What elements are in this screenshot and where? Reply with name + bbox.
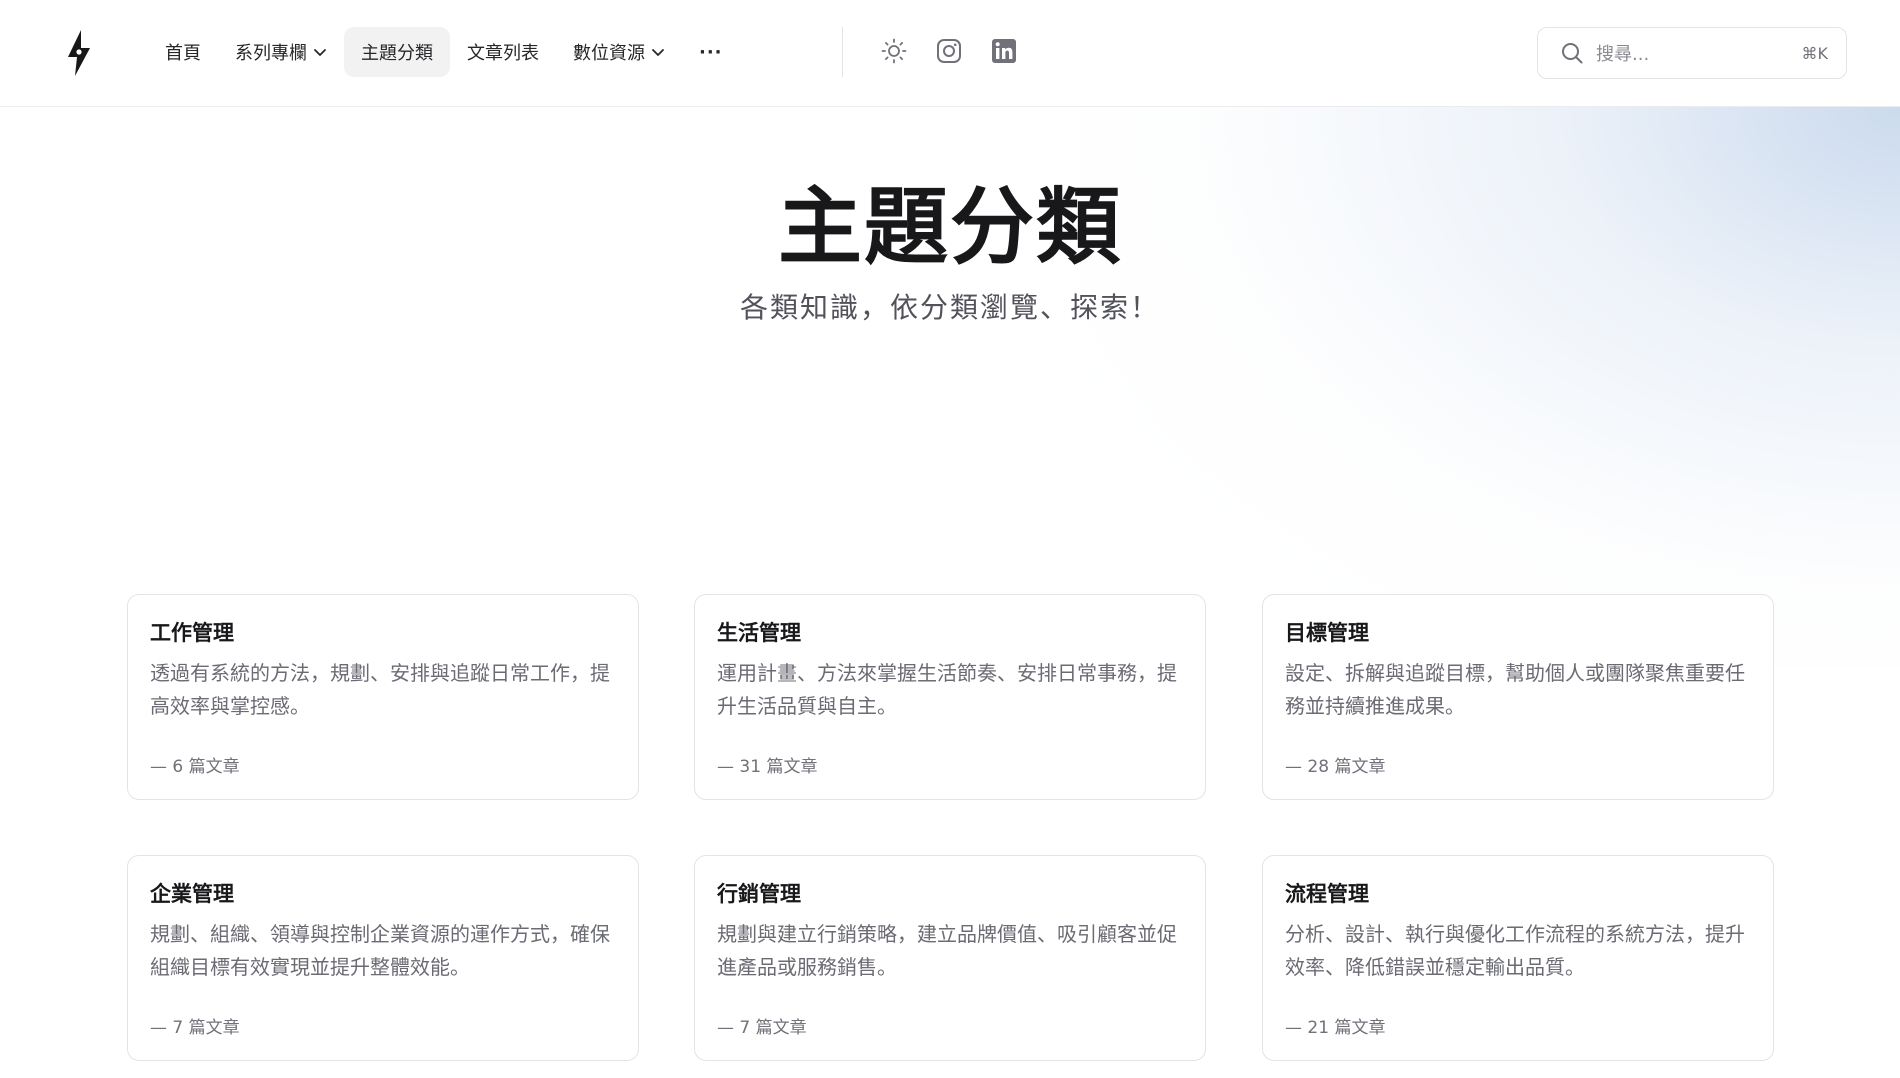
category-title: 流程管理	[1285, 882, 1369, 906]
category-title: 行銷管理	[717, 882, 801, 906]
nav-articles-label: 文章列表	[467, 43, 539, 64]
search-placeholder: 搜尋...	[1596, 44, 1650, 65]
category-title: 生活管理	[717, 621, 801, 645]
category-title: 工作管理	[150, 621, 234, 645]
chevron-down-icon	[314, 49, 326, 56]
nav-resources-label: 數位資源	[573, 43, 645, 64]
nav-articles[interactable]: 文章列表	[450, 27, 556, 77]
category-description: 規劃、組織、領導與控制企業資源的運作方式，確保組織目標有效實現並提升整體效能。	[150, 922, 610, 979]
nav-series-label: 系列專欄	[235, 43, 307, 64]
linkedin-link[interactable]	[989, 36, 1019, 66]
category-article-count: — 6 篇文章	[150, 757, 240, 777]
category-card-process[interactable]: 流程管理 分析、設計、執行與優化工作流程的系統方法，提升效率、降低錯誤並穩定輸出…	[1262, 855, 1774, 1061]
page-title: 主題分類	[777, 178, 1122, 276]
search-box[interactable]: 搜尋... ⌘K	[1537, 27, 1847, 79]
top-navbar: 首頁 系列專欄 主題分類 文章列表 數位資源 ··· 搜尋... ⌘K	[0, 0, 1900, 107]
nav-series[interactable]: 系列專欄	[218, 27, 344, 77]
page-subtitle: 各類知識，依分類瀏覽、探索！	[739, 291, 1160, 324]
category-card-goals[interactable]: 目標管理 設定、拆解與追蹤目標，幫助個人或團隊聚焦重要任務並持續推進成果。 — …	[1262, 594, 1774, 800]
main-nav: 首頁 系列專欄 主題分類 文章列表 數位資源 ···	[148, 27, 740, 77]
search-shortcut-hint: ⌘K	[1801, 43, 1829, 63]
nav-categories-label: 主題分類	[361, 43, 433, 64]
more-dots-icon: ···	[699, 41, 723, 63]
category-card-life[interactable]: 生活管理 運用計畫、方法來掌握生活節奏、安排日常事務，提升生活品質與自主。 — …	[694, 594, 1206, 800]
nav-home[interactable]: 首頁	[148, 27, 218, 77]
nav-home-label: 首頁	[165, 43, 201, 64]
category-card-marketing[interactable]: 行銷管理 規劃與建立行銷策略，建立品牌價值、吸引顧客並促進產品或服務銷售。 — …	[694, 855, 1206, 1061]
category-description: 運用計畫、方法來掌握生活節奏、安排日常事務，提升生活品質與自主。	[717, 661, 1177, 718]
instagram-link[interactable]	[934, 36, 964, 66]
category-description: 設定、拆解與追蹤目標，幫助個人或團隊聚焦重要任務並持續推進成果。	[1285, 661, 1745, 718]
category-article-count: — 31 篇文章	[717, 757, 818, 777]
category-card-enterprise[interactable]: 企業管理 規劃、組織、領導與控制企業資源的運作方式，確保組織目標有效實現並提升整…	[127, 855, 639, 1061]
nav-divider	[842, 27, 843, 77]
instagram-icon	[937, 39, 961, 63]
nav-more-button[interactable]: ···	[682, 27, 740, 77]
theme-toggle-button[interactable]	[879, 36, 909, 66]
sun-icon	[881, 38, 907, 64]
search-icon	[1562, 43, 1583, 64]
nav-categories[interactable]: 主題分類	[344, 27, 450, 77]
category-article-count: — 21 篇文章	[1285, 1018, 1386, 1038]
category-article-count: — 7 篇文章	[150, 1018, 240, 1038]
category-article-count: — 28 篇文章	[1285, 757, 1386, 777]
chevron-down-icon	[652, 49, 664, 56]
category-description: 分析、設計、執行與優化工作流程的系統方法，提升效率、降低錯誤並穩定輸出品質。	[1285, 922, 1745, 979]
linkedin-icon	[992, 39, 1016, 63]
category-article-count: — 7 篇文章	[717, 1018, 807, 1038]
nav-resources[interactable]: 數位資源	[556, 27, 682, 77]
lightning-bolt-logo[interactable]	[66, 30, 92, 76]
category-card-work[interactable]: 工作管理 透過有系統的方法，規劃、安排與追蹤日常工作，提高效率與掌控感。 — 6…	[127, 594, 639, 800]
category-title: 企業管理	[150, 882, 234, 906]
category-description: 規劃與建立行銷策略，建立品牌價值、吸引顧客並促進產品或服務銷售。	[717, 922, 1177, 979]
category-title: 目標管理	[1285, 621, 1369, 645]
category-description: 透過有系統的方法，規劃、安排與追蹤日常工作，提高效率與掌控感。	[150, 661, 610, 718]
